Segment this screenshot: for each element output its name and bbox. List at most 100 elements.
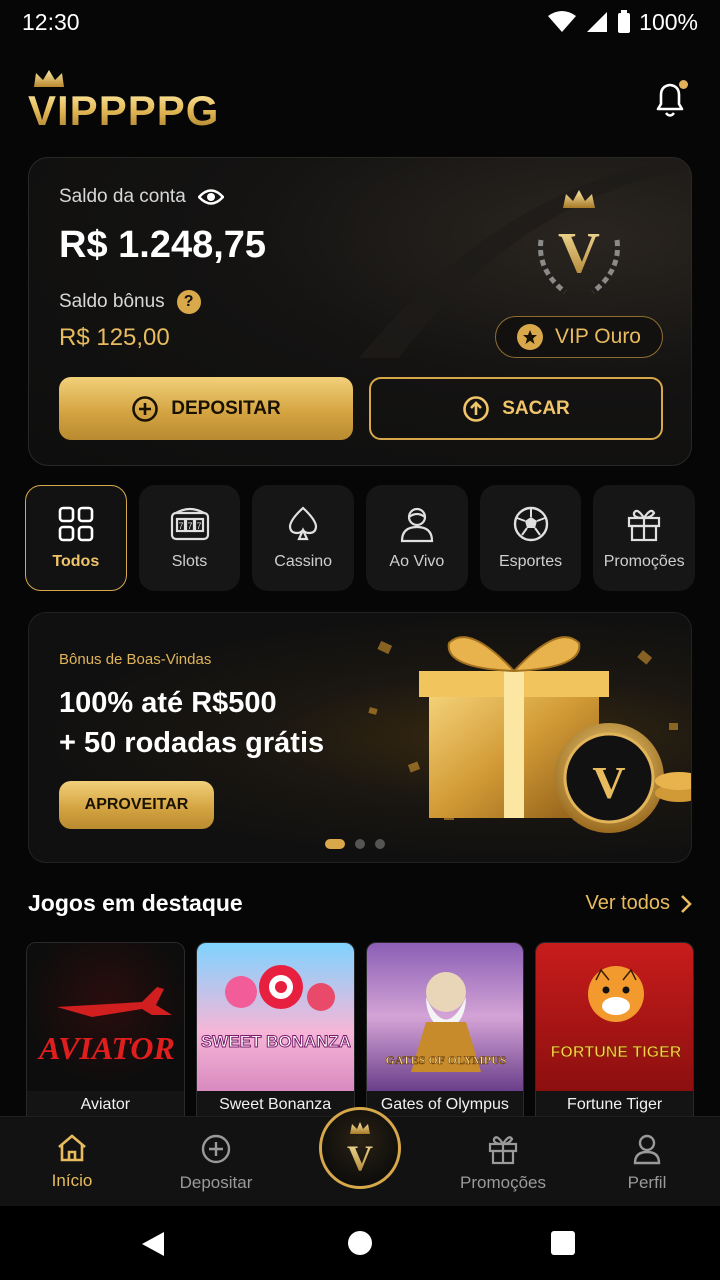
game-art-text: FORTUNE TIGER [550,1044,681,1061]
grid-icon [58,506,94,542]
svg-text:7: 7 [187,521,192,531]
nav-perfil[interactable]: Perfil [587,1133,707,1193]
svg-text:7: 7 [196,521,201,531]
gift-icon [628,509,661,542]
tab-label: Cassino [274,553,333,570]
battery-percent: 100% [639,8,698,35]
chevron-right-icon [681,894,692,913]
clock: 12:30 [22,8,80,35]
plane-icon: AVIATOR [37,987,175,1066]
slot-machine-icon: 7 7 7 [170,507,209,541]
featured-header: Jogos em destaque Ver todos [28,890,692,917]
balance-amount: R$ 1.248,75 [59,224,267,266]
tab-todos[interactable]: Todos [25,485,127,591]
zeus-icon: GATES OF OLYMPUS [385,972,507,1072]
game-card[interactable]: GATES OF OLYMPUS Gates of Olympus [365,942,525,1120]
game-art-text: AVIATOR [37,1030,175,1066]
upload-circle-icon [463,395,490,422]
featured-games-list: AVIATOR Aviator SWEET BONANZA Sweet Bona… [26,942,694,1120]
svg-text:V: V [592,757,625,808]
tab-cassino[interactable]: Cassino [252,485,355,591]
tab-label: Promoções [603,553,685,570]
vip-emblem-icon: V [538,190,620,294]
soccer-ball-icon [513,506,548,542]
tab-label: Slots [171,553,208,570]
banner-kicker: Bônus de Boas-Vindas [59,651,212,668]
banner-title: 100% até R$500 + 50 rodadas grátis [59,683,324,763]
nav-depositar[interactable]: Depositar [156,1133,276,1193]
app-header: VIPPPPG [28,60,692,140]
nav-inicio[interactable]: Início [12,1133,132,1191]
bonus-label: Saldo bônus ? [59,290,201,314]
gift-box-illustration: V [368,636,691,833]
game-card[interactable]: SWEET BONANZA Sweet Bonanza [195,942,355,1120]
balance-card: Saldo da conta R$ 1.248,75 Saldo bônus ?… [28,157,692,466]
game-card[interactable]: AVIATOR Aviator [26,942,185,1120]
banner-cta-button[interactable]: APROVEITAR [59,781,214,829]
vip-level-badge[interactable]: VIP Ouro [495,316,663,358]
game-card[interactable]: FORTUNE TIGER Fortune Tiger [535,942,694,1120]
recents-icon[interactable] [550,1230,576,1256]
crown-icon [34,70,64,87]
see-all-label: Ver todos [585,892,670,914]
game-thumbnail: GATES OF OLYMPUS [366,943,524,1091]
tab-promocoes[interactable]: Promoções [593,485,696,591]
tab-label: Ao Vivo [389,553,445,570]
vip-crown-icon: V [347,1122,373,1176]
signal-icon [587,12,608,32]
see-all-link[interactable]: Ver todos [585,892,692,915]
battery-icon [618,10,631,33]
brand-name: VIPPPPG [28,87,220,134]
help-icon[interactable]: ? [176,290,201,314]
tab-ao-vivo[interactable]: Ao Vivo [366,485,468,591]
live-dealer-icon [400,507,433,543]
banner-title-line2: + 50 rodadas grátis [59,727,325,759]
category-tabs: Todos 7 7 7 Slots Cassino Ao Vivo Esport… [25,485,696,591]
home-circle-icon[interactable] [347,1230,373,1256]
game-name: Sweet Bonanza [219,1096,332,1113]
banner-title-line1: 100% até R$500 [59,687,277,719]
game-thumbnail: FORTUNE TIGER [536,943,694,1091]
brand-logo[interactable]: VIPPPPG [28,65,219,135]
status-bar: 12:30 100% [0,0,720,44]
game-art-text: GATES OF OLYMPUS [386,1053,507,1067]
game-name: Aviator [80,1096,131,1113]
withdraw-button-label: SACAR [502,397,570,419]
nav-label: Início [51,1171,93,1190]
status-icons: 100% [547,9,698,36]
tab-esportes[interactable]: Esportes [479,485,582,591]
tab-slots[interactable]: 7 7 7 Slots [138,485,241,591]
carousel-dot[interactable] [375,839,385,849]
withdraw-button[interactable]: SACAR [369,377,663,440]
carousel-dot[interactable] [325,839,345,849]
user-icon [633,1134,661,1165]
nav-label: Depositar [179,1173,253,1192]
game-art-text: SWEET BONANZA [201,1032,351,1051]
balance-label-text: Saldo da conta [59,186,186,207]
nav-label: Perfil [627,1173,667,1192]
system-navigation-bar [0,1206,720,1280]
wifi-icon [548,11,577,32]
notification-button[interactable] [648,78,692,122]
vip-level-label: VIP Ouro [555,325,641,348]
game-thumbnail: SWEET BONANZA [196,943,354,1091]
nav-center-vip-button[interactable]: V [319,1107,401,1189]
tiger-icon: FORTUNE TIGER [550,966,682,1061]
spade-icon [289,506,318,541]
emblem-letter: V [558,220,600,285]
promo-banner[interactable]: V Bônus de Boas-Vindas 100% até R$500 + … [28,612,692,863]
plus-circle-icon [201,1134,231,1164]
back-icon[interactable] [140,1230,166,1258]
game-name: Gates of Olympus [380,1096,509,1113]
deposit-button-label: DEPOSITAR [171,397,281,419]
bonus-label-text: Saldo bônus [59,291,165,312]
carousel-dot[interactable] [355,839,365,849]
eye-icon[interactable] [197,188,224,206]
bonus-amount: R$ 125,00 [59,324,170,351]
game-name: Fortune Tiger [567,1096,663,1113]
center-letter: V [347,1138,373,1176]
nav-promocoes[interactable]: Promoções [443,1133,563,1193]
tab-label: Esportes [498,553,563,570]
gift-icon [488,1136,518,1165]
deposit-button[interactable]: DEPOSITAR [59,377,353,440]
